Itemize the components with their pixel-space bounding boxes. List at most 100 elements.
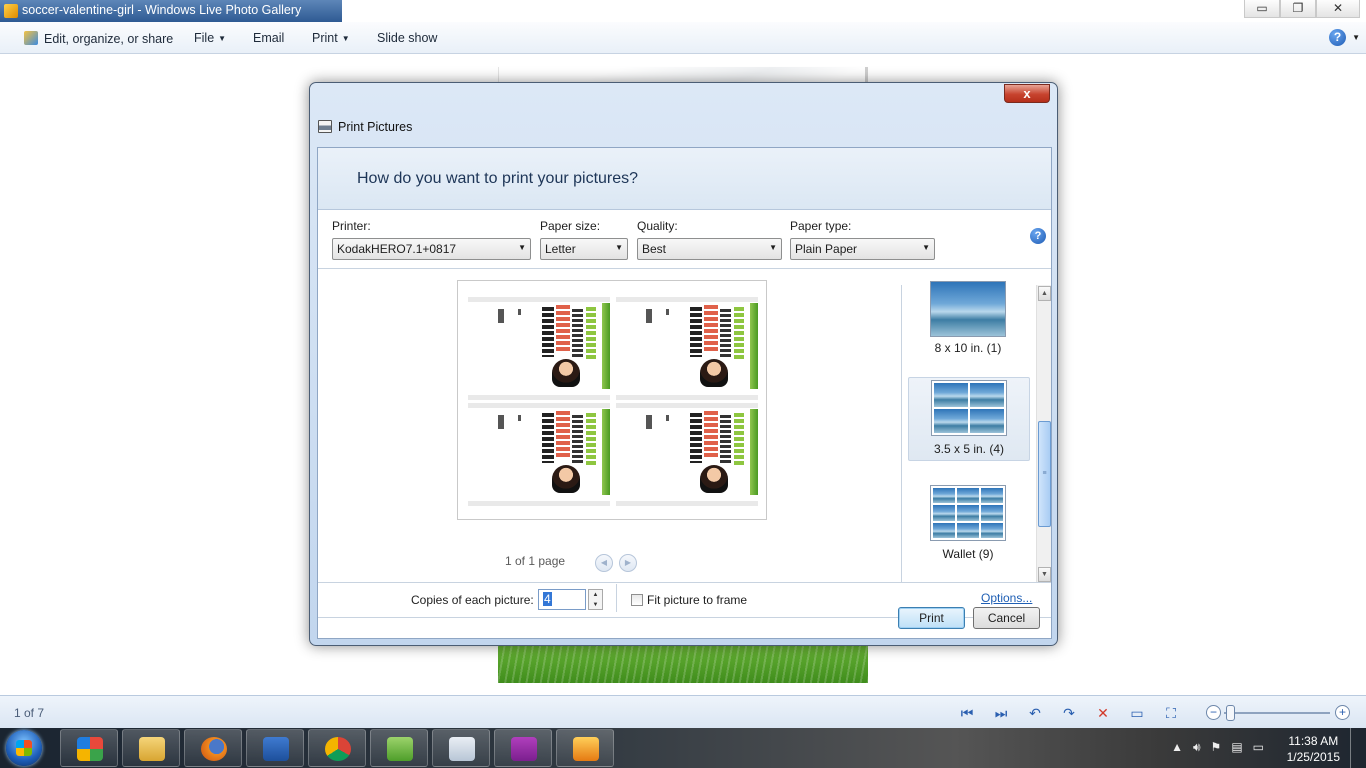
help-caret-icon[interactable]: ▼ [1352,33,1360,42]
menu-edit-organize-share[interactable]: Edit, organize, or share [24,31,173,46]
photo-gallery-icon [4,4,18,18]
restore-button[interactable]: ❐ [1280,0,1316,18]
paper-type-select[interactable]: Plain Paper ▼ [790,238,935,260]
layout-label: Wallet (9) [942,547,994,561]
divider [616,584,617,612]
clock-time: 11:38 AM [1288,734,1339,748]
paper-size-select[interactable]: Letter ▼ [540,238,628,260]
window-title: soccer-valentine-girl - Windows Live Pho… [22,3,302,17]
viewer-toolbar: ⏮ ⏭ ↶ ↷ ✕ ▭ ⛶ [950,704,1188,722]
rotate-left-icon[interactable]: ↶ [1018,704,1052,722]
actual-size-icon[interactable]: ⛶ [1154,704,1188,722]
layout-list: 8 x 10 in. (1) 3.5 x 5 in. (4) Wallet (9… [901,281,1051,583]
display-icon[interactable]: ▭ [1253,740,1264,755]
zoom-slider-thumb[interactable] [1226,705,1235,721]
menu-file[interactable]: File ▼ [194,31,226,45]
window-titlebar: soccer-valentine-girl - Windows Live Pho… [0,0,1366,22]
layout-thumbnail [930,281,1006,337]
stepper-down-icon[interactable]: ▼ [589,600,602,610]
print-button[interactable]: Print [898,607,965,629]
publisher-icon [449,737,475,761]
taskbar-start-menu-tiles[interactable] [60,729,118,767]
menu-label: File [194,31,215,45]
options-link[interactable]: Options... [981,591,1032,605]
volume-icon[interactable]: 🔊︎ [1193,740,1201,755]
cancel-button[interactable]: Cancel [973,607,1040,629]
menu-print[interactable]: Print ▼ [312,31,350,45]
print-preview [457,280,767,520]
copies-input[interactable]: 4 [538,589,586,610]
preview-picture [616,297,758,400]
printer-select[interactable]: KodakHERO7.1+0817 ▼ [332,238,531,260]
layout-scrollbar[interactable]: ▲ ≡ ▼ [1036,285,1051,583]
dialog-title: Print Pictures [318,120,412,134]
dialog-header: How do you want to print your pictures? [318,148,1051,210]
taskbar-clock[interactable]: 11:38 AM 1/25/2015 [1287,733,1340,765]
delete-icon[interactable]: ✕ [1086,704,1120,722]
quality-value: Best [642,242,667,256]
close-button[interactable]: ✕ [1316,0,1360,18]
paper-size-value: Letter [545,242,576,256]
copies-stepper[interactable]: ▲ ▼ [588,589,603,610]
next-page-icon[interactable]: ▶ [619,554,637,572]
previous-icon[interactable]: ⏮ [950,704,984,722]
show-hidden-icons-icon[interactable]: ▲ [1171,740,1183,755]
scroll-up-icon[interactable]: ▲ [1038,286,1051,301]
zoom-in-icon[interactable]: + [1335,705,1350,720]
chevron-down-icon: ▼ [922,243,930,252]
stepper-up-icon[interactable]: ▲ [589,590,602,600]
dialog-body: How do you want to print your pictures? … [317,147,1052,639]
zoom-out-icon[interactable]: − [1206,705,1221,720]
minimize-button[interactable]: ▭ [1244,0,1280,18]
layout-8x10[interactable]: 8 x 10 in. (1) [908,279,1030,363]
start-button[interactable] [6,730,42,766]
dialog-help-icon[interactable]: ? [1030,228,1046,244]
zoom-slider[interactable] [1224,712,1330,714]
taskbar-facebook-app[interactable] [494,729,552,767]
dialog-question: How do you want to print your pictures? [357,170,639,187]
preview-picture [468,297,610,400]
taskbar-evernote[interactable] [370,729,428,767]
taskbar-firefox[interactable] [184,729,242,767]
paper-type-value: Plain Paper [795,242,858,256]
page-info: 1 of 1 page [505,554,566,568]
menu-slide-show[interactable]: Slide show [377,31,437,45]
dropdown-caret-icon: ▼ [218,34,227,43]
chevron-down-icon: ▼ [769,243,777,252]
taskbar: ▲ 🔊︎ ⚑ ▤ ▭ 11:38 AM 1/25/2015 [0,728,1366,768]
window-controls: ▭ ❐ ✕ [1244,0,1360,18]
taskbar-chrome[interactable] [308,729,366,767]
scroll-down-icon[interactable]: ▼ [1038,567,1051,582]
evernote-icon [387,737,413,761]
network-icon[interactable]: ▤ [1231,740,1242,755]
quality-label: Quality: [637,219,678,233]
show-desktop-button[interactable] [1350,728,1360,768]
action-center-icon[interactable]: ⚑ [1211,740,1222,755]
slideshow-icon[interactable]: ▭ [1120,704,1154,722]
menu-email[interactable]: Email [253,31,284,45]
rotate-right-icon[interactable]: ↷ [1052,704,1086,722]
taskbar-file-explorer[interactable] [122,729,180,767]
tiles-icon [77,737,103,761]
preview-picture [616,403,758,506]
quality-select[interactable]: Best ▼ [637,238,782,260]
fit-picture-checkbox[interactable] [631,594,643,606]
taskbar-publisher[interactable] [432,729,490,767]
word-icon [263,737,289,761]
layout-3-5x5[interactable]: 3.5 x 5 in. (4) [908,377,1030,461]
printer-icon [318,120,332,133]
scroll-thumb[interactable]: ≡ [1038,421,1051,527]
taskbar-word[interactable] [246,729,304,767]
menu-label: Edit, organize, or share [44,32,174,46]
edit-organize-icon [24,31,38,45]
taskbar-photo-gallery[interactable] [556,729,614,767]
paper-type-label: Paper type: [790,219,852,233]
previous-page-icon[interactable]: ◀ [595,554,613,572]
help-icon[interactable]: ? [1329,29,1346,46]
dialog-close-button[interactable]: x [1004,84,1050,103]
statusbar: 1 of 7 ⏮ ⏭ ↶ ↷ ✕ ▭ ⛶ − + [0,695,1366,728]
layout-wallet[interactable]: Wallet (9) [908,483,1030,567]
copies-value: 4 [543,592,552,606]
next-icon[interactable]: ⏭ [984,704,1018,722]
print-pictures-dialog: x Print Pictures How do you want to prin… [309,82,1058,646]
